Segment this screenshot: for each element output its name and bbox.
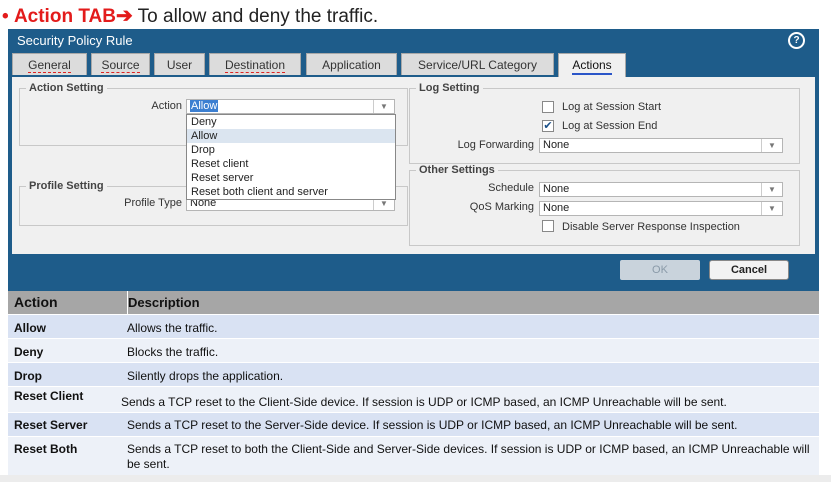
- dialog-button-bar: OK Cancel: [8, 254, 819, 291]
- schedule-value: None: [543, 183, 570, 195]
- table-row: Deny Blocks the traffic.: [8, 339, 819, 363]
- row-description: Silently drops the application.: [127, 369, 284, 383]
- action-select[interactable]: Allow ▼: [186, 99, 395, 114]
- ok-button[interactable]: OK: [620, 260, 700, 280]
- qos-marking-value: None: [543, 202, 570, 214]
- heading-title: Action TAB: [13, 6, 116, 27]
- tab-source[interactable]: Source: [91, 53, 150, 75]
- schedule-label: Schedule: [488, 182, 534, 194]
- row-description: Sends a TCP reset to the Client-Side dev…: [121, 395, 727, 409]
- tab-user[interactable]: User: [154, 53, 205, 75]
- column-header-description: Description: [127, 291, 817, 314]
- table-row: Reset Both Sends a TCP reset to both the…: [8, 437, 819, 477]
- tab-application[interactable]: Application: [306, 53, 397, 75]
- help-icon[interactable]: ?: [788, 32, 805, 49]
- log-forwarding-value: None: [543, 139, 570, 151]
- log-forwarding-select[interactable]: None ▼: [539, 138, 783, 153]
- row-action: Drop: [14, 369, 42, 383]
- log-at-session-end-label: Log at Session End: [562, 120, 658, 132]
- arrow-right-icon: ➔: [115, 5, 133, 27]
- chevron-down-icon[interactable]: ▼: [761, 139, 782, 152]
- tab-general[interactable]: General: [12, 53, 87, 75]
- column-header-action: Action: [14, 294, 58, 310]
- disable-server-response-inspection-checkbox[interactable]: [542, 220, 554, 232]
- bottom-divider: [0, 475, 831, 482]
- row-action: Reset Client: [14, 389, 84, 403]
- qos-marking-select[interactable]: None ▼: [539, 201, 783, 216]
- action-description-table: Action Description Allow Allows the traf…: [8, 291, 819, 477]
- action-dropdown-list: Deny Allow Drop Reset client Reset serve…: [186, 114, 396, 200]
- disable-server-response-inspection-label: Disable Server Response Inspection: [562, 221, 740, 233]
- tab-destination[interactable]: Destination: [209, 53, 301, 75]
- dropdown-option-allow[interactable]: Allow: [187, 129, 395, 143]
- table-row: Reset Client Sends a TCP reset to the Cl…: [8, 387, 819, 413]
- row-description: Sends a TCP reset to both the Client-Sid…: [127, 442, 810, 471]
- cancel-button[interactable]: Cancel: [709, 260, 789, 280]
- log-at-session-end-checkbox[interactable]: ✔: [542, 120, 554, 132]
- slide-heading: • Action TAB➔ To allow and deny the traf…: [2, 4, 378, 28]
- schedule-select[interactable]: None ▼: [539, 182, 783, 197]
- action-select-value: Allow: [190, 100, 219, 112]
- chevron-down-icon[interactable]: ▼: [761, 183, 782, 196]
- action-label: Action: [151, 100, 182, 112]
- bullet-icon: •: [2, 6, 9, 27]
- security-policy-dialog: Security Policy Rule ? General Source Us…: [8, 29, 819, 291]
- log-at-session-start-checkbox[interactable]: [542, 101, 554, 113]
- qos-marking-label: QoS Marking: [469, 201, 534, 213]
- dropdown-option-reset-client[interactable]: Reset client: [187, 157, 395, 171]
- table-row: Drop Silently drops the application.: [8, 363, 819, 387]
- row-action: Reset Server: [14, 418, 88, 432]
- other-settings-legend: Other Settings: [419, 164, 495, 176]
- table-row: Reset Server Sends a TCP reset to the Se…: [8, 413, 819, 437]
- action-setting-legend: Action Setting: [29, 82, 104, 94]
- dropdown-option-reset-both[interactable]: Reset both client and server: [187, 185, 395, 199]
- dropdown-option-reset-server[interactable]: Reset server: [187, 171, 395, 185]
- log-setting-legend: Log Setting: [419, 82, 480, 94]
- dropdown-option-drop[interactable]: Drop: [187, 143, 395, 157]
- row-action: Deny: [14, 345, 44, 359]
- tab-actions[interactable]: Actions: [558, 53, 626, 78]
- tab-service-url-category[interactable]: Service/URL Category: [401, 53, 554, 75]
- heading-text: To allow and deny the traffic.: [137, 6, 379, 27]
- log-at-session-start-label: Log at Session Start: [562, 101, 662, 113]
- row-description: Sends a TCP reset to the Server-Side dev…: [127, 418, 738, 432]
- profile-type-label: Profile Type: [124, 197, 182, 209]
- profile-setting-legend: Profile Setting: [29, 180, 104, 192]
- table-header-row: Action Description: [8, 291, 819, 315]
- dropdown-option-deny[interactable]: Deny: [187, 115, 395, 129]
- dialog-title: Security Policy Rule: [17, 33, 133, 48]
- chevron-down-icon[interactable]: ▼: [761, 202, 782, 215]
- row-action: Reset Both: [14, 442, 78, 456]
- chevron-down-icon[interactable]: ▼: [373, 100, 394, 113]
- log-forwarding-label: Log Forwarding: [457, 139, 534, 151]
- row-action: Allow: [14, 321, 46, 335]
- row-description: Allows the traffic.: [127, 321, 218, 335]
- table-row: Allow Allows the traffic.: [8, 315, 819, 339]
- actions-panel: Action Setting Action Allow ▼ Profile Se…: [12, 77, 815, 254]
- row-description: Blocks the traffic.: [127, 345, 219, 359]
